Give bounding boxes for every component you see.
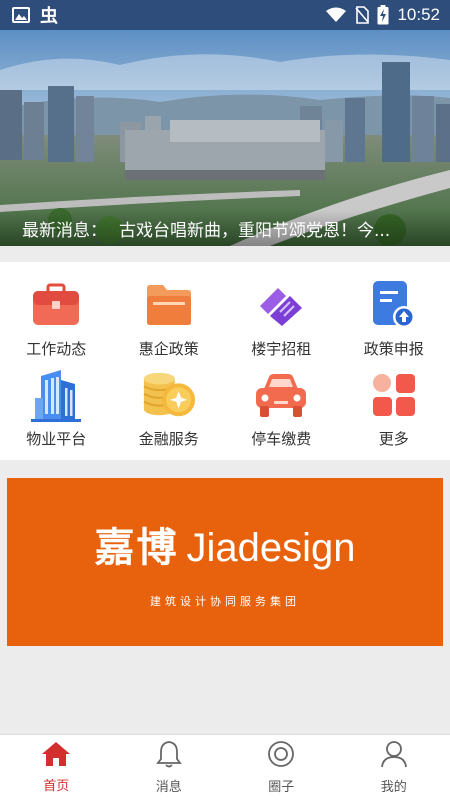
grid-label: 工作动态: [26, 340, 87, 358]
battery-charging-icon: [377, 5, 389, 25]
grid-item-property-platform[interactable]: 物业平台: [0, 368, 113, 458]
news-label: 最新消息：: [22, 220, 107, 241]
news-headline[interactable]: 古戏台唱新曲，重阳节颂党恩！今...: [119, 216, 390, 241]
grid-label: 惠企政策: [138, 340, 199, 358]
document-upload-icon: [367, 278, 421, 332]
grid-item-policy-apply[interactable]: 政策申报: [338, 278, 450, 368]
bell-icon: [155, 740, 182, 772]
no-sim-icon: [355, 6, 370, 24]
service-grid: 工作动态 惠企政策 楼宇招租 政策申报 物业平台 金融服务 停车缴费 更多: [0, 262, 450, 460]
ad-brand-cn: 嘉博: [94, 524, 179, 571]
circle-icon: [267, 740, 295, 772]
grid-item-business-policy[interactable]: 惠企政策: [113, 278, 226, 368]
hero-banner[interactable]: 最新消息： 古戏台唱新曲，重阳节颂党恩！今...: [0, 30, 450, 246]
image-icon: [12, 7, 30, 23]
news-ticker[interactable]: 最新消息： 古戏台唱新曲，重阳节颂党恩！今...: [0, 210, 450, 246]
grid-label: 停车缴费: [251, 430, 312, 448]
grid-label: 更多: [378, 430, 409, 448]
home-icon: [41, 741, 71, 771]
more-grid-icon: [367, 368, 421, 422]
grid-label: 物业平台: [26, 430, 87, 448]
nav-circle[interactable]: 圈子: [225, 735, 338, 800]
handshake-icon: [254, 278, 308, 332]
folder-icon: [142, 278, 196, 332]
grid-label: 楼宇招租: [251, 340, 312, 358]
status-bar: 虫 10:52: [0, 0, 450, 30]
ad-subtitle: 建筑设计协同服务集团: [150, 595, 300, 608]
nav-messages[interactable]: 消息: [113, 735, 226, 800]
user-icon: [380, 740, 407, 772]
grid-item-work-news[interactable]: 工作动态: [0, 278, 113, 368]
nav-label: 首页: [43, 779, 70, 794]
grid-item-financial-services[interactable]: 金融服务: [113, 368, 226, 458]
grid-item-building-rental[interactable]: 楼宇招租: [225, 278, 338, 368]
nav-label: 消息: [155, 780, 182, 795]
ad-brand-en: Jiadesign: [186, 526, 356, 570]
grid-label: 金融服务: [138, 430, 199, 448]
briefcase-icon: [29, 278, 83, 332]
ad-banner[interactable]: 嘉博 Jiadesign 建筑设计协同服务集团: [7, 478, 443, 646]
grid-item-parking-payment[interactable]: 停车缴费: [225, 368, 338, 458]
wifi-icon: [325, 7, 347, 23]
nav-home[interactable]: 首页: [0, 735, 113, 800]
nav-label: 我的: [380, 780, 407, 795]
ad-logo: 嘉博 Jiadesign: [94, 515, 355, 573]
nav-profile[interactable]: 我的: [338, 735, 450, 800]
car-icon: [254, 368, 308, 422]
coins-icon: [142, 368, 196, 422]
bottom-nav: 首页 消息 圈子 我的: [0, 734, 450, 800]
app-notification-glyph: 虫: [40, 6, 58, 27]
nav-label: 圈子: [268, 780, 295, 795]
building-icon: [29, 368, 83, 422]
grid-item-more[interactable]: 更多: [338, 368, 450, 458]
status-time: 10:52: [397, 5, 440, 24]
grid-label: 政策申报: [363, 340, 424, 358]
